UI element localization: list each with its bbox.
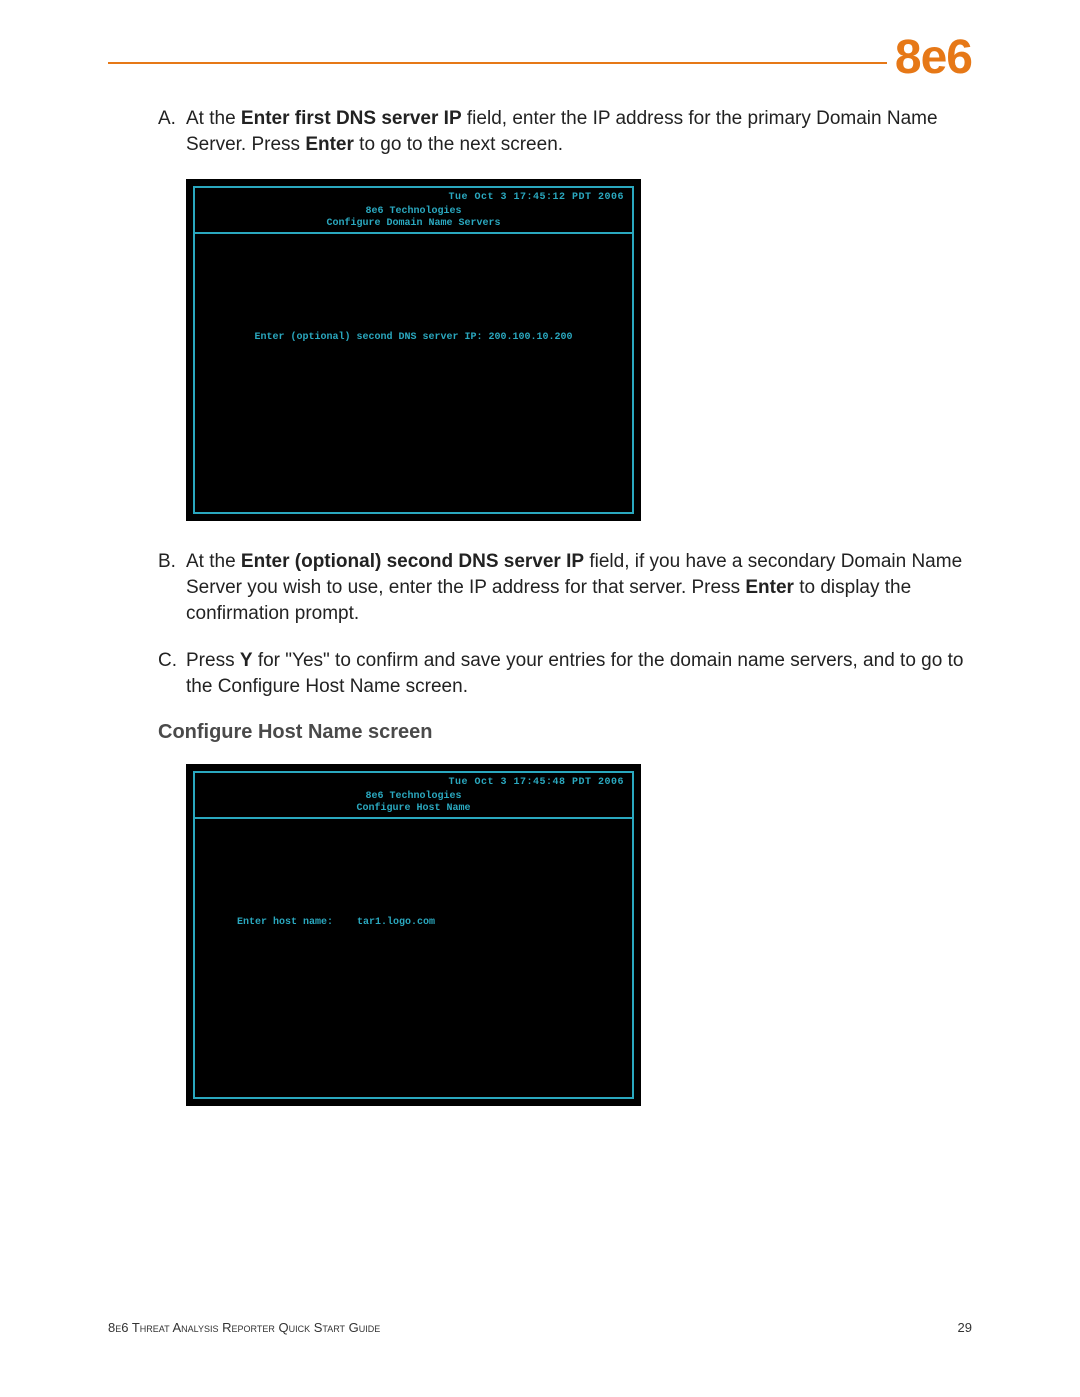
step-letter: B.: [158, 549, 186, 626]
step-body: At the Enter (optional) second DNS serve…: [186, 549, 972, 626]
terminal-inner: Tue Oct 3 17:45:48 PDT 2006 8e6 Technolo…: [193, 771, 634, 1099]
terminal-divider: [195, 232, 632, 234]
bold-text: Enter: [305, 134, 354, 155]
terminal: Tue Oct 3 17:45:48 PDT 2006 8e6 Technolo…: [186, 764, 641, 1106]
bold-text: Enter first DNS server IP: [241, 108, 462, 129]
brand-logo: 8e6: [887, 30, 972, 85]
text: At the: [186, 551, 241, 572]
terminal-company: 8e6 Technologies: [195, 791, 632, 802]
prompt-value: tar1.logo.com: [357, 917, 435, 928]
step-a: A. At the Enter first DNS server IP fiel…: [158, 106, 972, 157]
text: Press: [186, 650, 240, 671]
bold-text: Enter: [745, 577, 794, 598]
step-body: Press Y for "Yes" to confirm and save yo…: [186, 648, 972, 699]
terminal-screen-title: Configure Host Name: [195, 803, 632, 814]
terminal-screen-title: Configure Domain Name Servers: [195, 218, 632, 229]
terminal-divider: [195, 817, 632, 819]
step-letter: C.: [158, 648, 186, 699]
text: to go to the next screen.: [354, 134, 563, 155]
text: for "Yes" to confirm and save your entri…: [186, 650, 963, 697]
step-body: At the Enter first DNS server IP field, …: [186, 106, 972, 157]
terminal-prompt: Enter host name: tar1.logo.com: [237, 917, 435, 928]
terminal: Tue Oct 3 17:45:12 PDT 2006 8e6 Technolo…: [186, 179, 641, 521]
terminal-screenshot-dns: Tue Oct 3 17:45:12 PDT 2006 8e6 Technolo…: [186, 179, 972, 521]
page-number: 29: [958, 1320, 972, 1335]
terminal-timestamp: Tue Oct 3 17:45:48 PDT 2006: [448, 777, 624, 788]
step-b: B. At the Enter (optional) second DNS se…: [158, 549, 972, 626]
page-content: A. At the Enter first DNS server IP fiel…: [158, 106, 972, 1134]
terminal-prompt: Enter (optional) second DNS server IP: 2…: [195, 332, 632, 343]
page-footer: 8e6 Threat Analysis Reporter Quick Start…: [108, 1320, 972, 1335]
text: At the: [186, 108, 241, 129]
bold-text: Enter (optional) second DNS server IP: [241, 551, 584, 572]
bold-text: Y: [240, 650, 253, 671]
footer-title: 8e6 Threat Analysis Reporter Quick Start…: [108, 1320, 380, 1335]
terminal-inner: Tue Oct 3 17:45:12 PDT 2006 8e6 Technolo…: [193, 186, 634, 514]
section-heading: Configure Host Name screen: [158, 721, 972, 744]
step-letter: A.: [158, 106, 186, 157]
terminal-timestamp: Tue Oct 3 17:45:12 PDT 2006: [448, 192, 624, 203]
prompt-label: Enter host name:: [237, 917, 333, 928]
step-c: C. Press Y for "Yes" to confirm and save…: [158, 648, 972, 699]
terminal-screenshot-hostname: Tue Oct 3 17:45:48 PDT 2006 8e6 Technolo…: [186, 764, 972, 1106]
terminal-company: 8e6 Technologies: [195, 206, 632, 217]
header-rule: [108, 62, 972, 64]
